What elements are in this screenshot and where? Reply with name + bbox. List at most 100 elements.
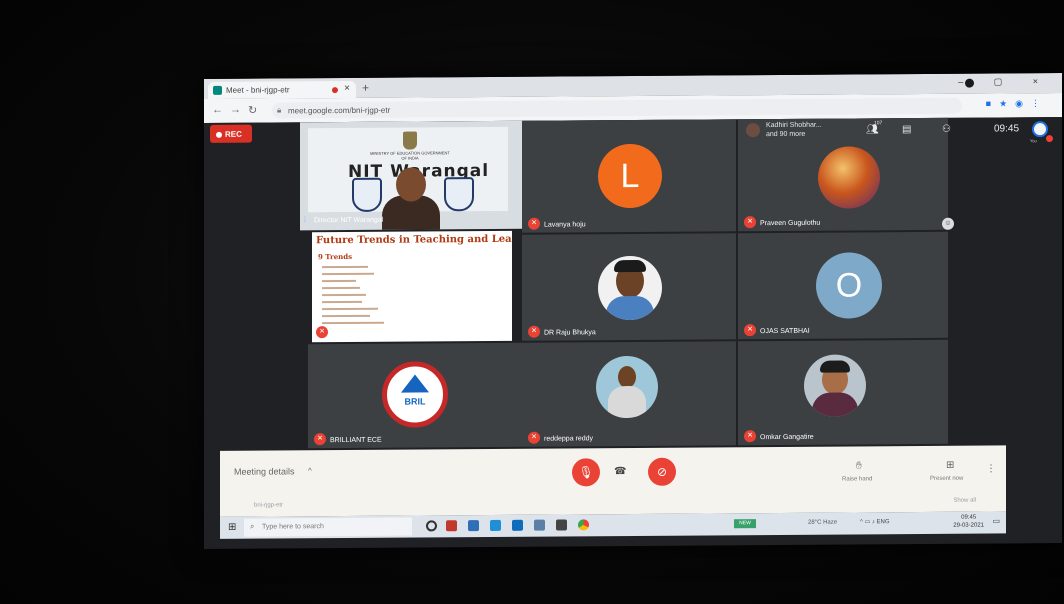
logo-icon — [401, 374, 429, 393]
meet-favicon-icon — [213, 85, 222, 95]
app-icon[interactable] — [468, 520, 479, 532]
chevron-up-icon[interactable]: ^ — [308, 466, 312, 475]
camera-toggle-button[interactable]: ⊘ — [648, 457, 676, 486]
director-head — [396, 167, 426, 202]
window-controls[interactable]: – ▢ × — [958, 76, 1052, 88]
mic-toggle-button[interactable]: 🎙︎ — [572, 458, 600, 487]
self-label: You — [1030, 138, 1037, 144]
address-url: meet.google.com/bni-rjgp-etr — [288, 105, 391, 116]
windows-start-icon[interactable]: ⊞ — [228, 522, 236, 533]
slide-bullet-line — [322, 300, 362, 304]
audio-indicator-icon: ⦙ — [304, 215, 306, 225]
store-icon[interactable] — [556, 519, 567, 531]
mic-off-icon: ✕ — [744, 430, 756, 443]
reload-icon[interactable]: ↻ — [248, 104, 257, 117]
back-icon[interactable]: ← — [212, 104, 223, 116]
more-options-icon[interactable]: ⋮ — [986, 463, 996, 474]
slide-bullet-line — [322, 293, 366, 297]
avatar: L — [598, 143, 662, 209]
raise-hand-label: Raise hand — [842, 476, 873, 483]
tile-brilliant[interactable]: BRIL ✕ BRILLIANT ECE — [308, 342, 522, 449]
avatar — [598, 255, 662, 321]
new-tab-button[interactable]: + — [362, 81, 369, 95]
shield-logo-icon — [352, 177, 382, 212]
notification-icon[interactable]: ▭ — [992, 516, 1000, 525]
banner-ministry: MINISTRY OF EDUCATION GOVERNMENT OF INDI… — [370, 150, 450, 161]
mic-off-icon: ✕ — [528, 325, 540, 338]
clock-date: 29-03-2021 — [953, 522, 984, 529]
search-icon: ⌕ — [250, 521, 255, 531]
participant-name: Omkar Gangatire — [760, 433, 814, 442]
slide-subtitle: 9 Trends — [318, 251, 353, 262]
tile-director[interactable]: MINISTRY OF EDUCATION GOVERNMENT OF INDI… — [300, 120, 522, 231]
participant-name: Director NIT Warangal — [314, 216, 384, 225]
present-icon[interactable]: ⊞ — [946, 460, 954, 471]
activities-icon[interactable]: ⚇ — [942, 124, 951, 135]
chrome-icon[interactable] — [578, 519, 589, 531]
participants-line-1: Kadhiri Shobhar... — [766, 121, 822, 130]
edge-icon[interactable] — [512, 519, 523, 531]
participants-summary: Kadhiri Shobhar... and 90 more — [766, 121, 822, 139]
pin-icon[interactable]: ☺ — [942, 217, 954, 230]
self-avatar[interactable] — [1032, 121, 1048, 138]
raise-hand-icon[interactable]: ✋︎ — [856, 460, 862, 471]
hangup-button[interactable]: ☎ — [614, 466, 626, 477]
slide-bullet-line — [322, 286, 360, 290]
tile-presentation[interactable]: Future Trends in Teaching and Learning 9… — [312, 230, 512, 343]
avatar — [746, 123, 760, 138]
taskbar-search-input[interactable]: ⌕ Type here to search — [244, 517, 412, 537]
notification-badge — [1046, 135, 1053, 143]
participant-name: Lavanya hoju — [544, 221, 586, 229]
forward-icon[interactable]: → — [230, 104, 241, 116]
tile-reddeppa[interactable]: ✕ reddeppa reddy — [522, 341, 736, 447]
avatar — [596, 355, 658, 419]
weather-widget[interactable]: 28°C Haze — [808, 520, 837, 526]
slide-bullet-line — [322, 272, 374, 276]
folder-icon[interactable] — [534, 519, 545, 531]
tab-title: Meet - bni-rjgp-etr — [226, 85, 290, 95]
mic-off-icon: ✕ — [744, 216, 756, 229]
director-video — [382, 167, 440, 231]
mic-off-icon: ✕ — [744, 324, 756, 337]
app-icon[interactable] — [446, 520, 457, 532]
show-all-link[interactable]: Show all — [953, 498, 976, 504]
participant-name: DR Raju Bhukya — [544, 329, 596, 337]
tile-lavanya[interactable]: L ✕ Lavanya hoju — [522, 119, 736, 233]
avatar: BRIL — [382, 361, 448, 428]
lock-icon: 🔒︎ — [277, 105, 282, 115]
participant-name: OJAS SATBHAI — [760, 327, 810, 336]
slide-bullet-line — [322, 307, 378, 311]
slide-title: Future Trends in Teaching and Learning — [316, 233, 512, 247]
meet-top-bar: Kadhiri Shobhar... and 90 more 👥︎ 107 ▤ … — [744, 119, 1054, 147]
extension-icons[interactable]: ■★◉⋮ — [986, 98, 1048, 109]
emblem-icon — [403, 131, 417, 150]
record-icon — [216, 131, 222, 138]
app-icon[interactable] — [490, 519, 501, 531]
tile-omkar[interactable]: ✕ Omkar Gangatire — [738, 339, 948, 446]
recording-badge: REC — [210, 124, 252, 143]
rec-label: REC — [225, 129, 242, 139]
cortana-icon[interactable] — [426, 520, 437, 532]
avatar — [804, 354, 866, 417]
taskbar-clock[interactable]: 09:45 29-03-2021 — [953, 514, 984, 530]
participant-name: BRILLIANT ECE — [330, 436, 382, 445]
chat-icon[interactable]: ▤ — [902, 124, 911, 135]
tile-raju[interactable]: ✕ DR Raju Bhukya — [522, 233, 736, 341]
system-tray-icons[interactable]: ^ ▭ ♪ ENG — [860, 518, 890, 525]
meeting-code: bni-rjgp-etr — [254, 502, 284, 509]
mic-off-icon: ✕ — [528, 431, 540, 444]
tab-recording-icon — [332, 87, 338, 94]
avatar — [818, 146, 880, 209]
meeting-time: 09:45 — [994, 123, 1020, 135]
tray-tag: NEW — [734, 519, 756, 529]
address-bar[interactable]: 🔒︎ meet.google.com/bni-rjgp-etr — [272, 97, 962, 119]
mic-off-icon: ✕ — [316, 326, 328, 339]
windows-taskbar: ⊞ ⌕ Type here to search NEW 28°C Haze ^ … — [220, 511, 1006, 539]
shield-logo-icon — [444, 177, 474, 212]
slide-bullet-line — [322, 265, 368, 269]
meet-control-bar: Meeting details ^ 🎙︎ ☎ ⊘ ✋︎ Raise hand ⊞… — [220, 445, 1006, 517]
tile-ojas[interactable]: O ✕ OJAS SATBHAI — [738, 231, 948, 340]
tab-close-icon[interactable]: × — [344, 83, 350, 94]
meeting-details-button[interactable]: Meeting details — [234, 466, 295, 476]
browser-tab[interactable]: Meet - bni-rjgp-etr × — [208, 80, 356, 99]
